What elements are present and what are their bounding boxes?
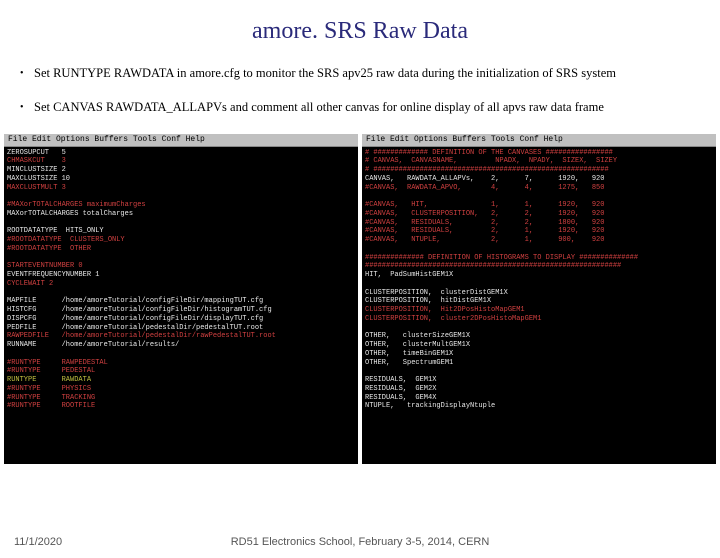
bullet-item: • Set RUNTYPE RAWDATA in amore.cfg to mo… [20,65,710,81]
terminal-menubar: File Edit Options Buffers Tools Conf Hel… [362,134,716,147]
footer-date: 11/1/2020 [14,536,62,548]
terminal-body: # ############# DEFINITION OF THE CANVAS… [362,147,716,414]
bullet-text: Set RUNTYPE RAWDATA in amore.cfg to moni… [34,65,616,81]
terminal-right: File Edit Options Buffers Tools Conf Hel… [362,134,716,464]
bullet-text: Set CANVAS RAWDATA_ALLAPVs and comment a… [34,99,604,115]
terminal-body: ZEROSUPCUT 5CHMASKCUT 3MINCLUSTSIZE 2MAX… [4,147,358,414]
terminal-menubar: File Edit Options Buffers Tools Conf Hel… [4,134,358,147]
bullet-marker: • [20,99,34,115]
slide-title: amore. SRS Raw Data [0,18,720,45]
bullet-item: • Set CANVAS RAWDATA_ALLAPVs and comment… [20,99,710,115]
terminal-screenshots: File Edit Options Buffers Tools Conf Hel… [0,134,720,464]
terminal-left: File Edit Options Buffers Tools Conf Hel… [4,134,358,464]
slide-footer: 11/1/2020 RD51 Electronics School, Febru… [0,536,720,548]
footer-center: RD51 Electronics School, February 3-5, 2… [0,536,720,548]
bullet-marker: • [20,65,34,81]
bullet-list: • Set RUNTYPE RAWDATA in amore.cfg to mo… [20,65,710,116]
